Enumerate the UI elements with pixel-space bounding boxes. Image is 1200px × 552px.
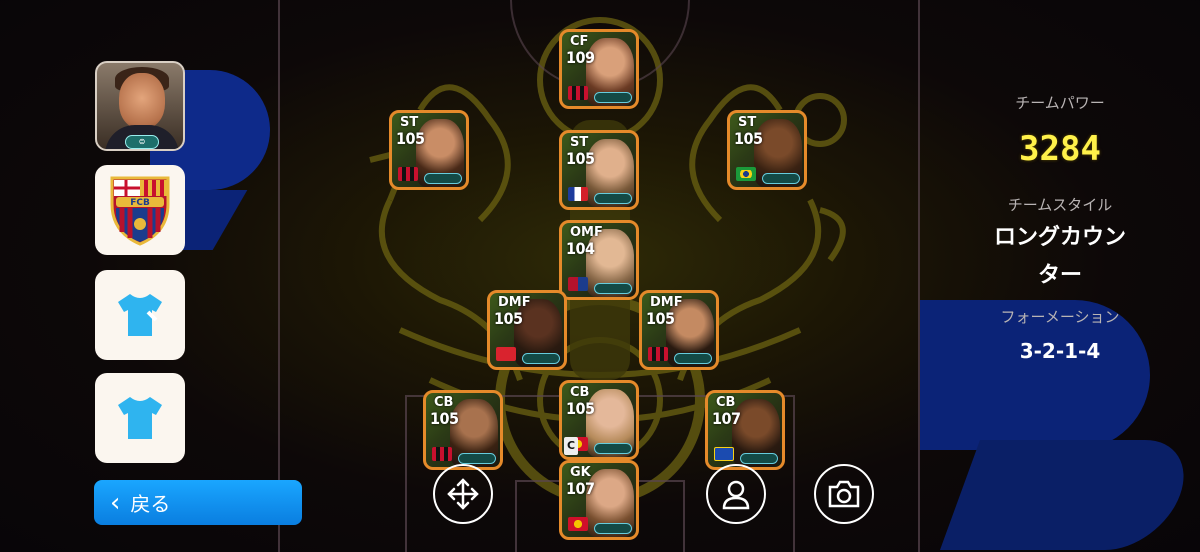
back-chevron-icon: ‹ <box>110 487 121 518</box>
player-rating: 105 <box>494 309 523 328</box>
skill-indicator <box>594 443 632 454</box>
player-position: DMF <box>650 295 683 310</box>
skill-indicator <box>762 173 800 184</box>
captain-badge: C <box>564 437 578 455</box>
skill-indicator <box>424 173 462 184</box>
player-rating: 104 <box>566 239 595 258</box>
skill-indicator <box>594 523 632 534</box>
player-card[interactable]: DMF 105 <box>639 290 719 370</box>
manager-button[interactable]: ⊜ <box>95 61 185 151</box>
skill-indicator <box>674 353 712 364</box>
manager-avatar <box>119 73 165 129</box>
team-power-label: チームパワー <box>1015 94 1105 112</box>
team-style-line1: ロングカウン <box>993 225 1126 250</box>
player-view-button[interactable] <box>706 464 766 524</box>
formation-value: 3-2-1-4 <box>1019 339 1101 363</box>
player-position: ST <box>738 115 757 130</box>
player-position: CB <box>434 395 454 410</box>
milan-badge-icon <box>398 167 418 181</box>
camera-icon <box>828 480 860 508</box>
formation-panel: フォーメーション 3-2-1-4 <box>975 306 1145 363</box>
france-badge-icon <box>568 187 588 201</box>
player-rating: 105 <box>396 129 425 148</box>
player-position: CF <box>570 34 589 49</box>
skill-indicator <box>740 453 778 464</box>
player-rating: 105 <box>566 149 595 168</box>
formation-label: フォーメーション <box>1000 308 1120 326</box>
player-card[interactable]: ST 105 <box>559 130 639 210</box>
player-card[interactable]: ST 105 <box>389 110 469 190</box>
manager-skill-badge: ⊜ <box>125 135 159 149</box>
svg-text:FCB: FCB <box>130 198 150 208</box>
player-card[interactable]: CB 107 <box>705 390 785 470</box>
person-icon <box>722 480 750 510</box>
screenshot-button[interactable] <box>814 464 874 524</box>
manutd-badge-icon <box>568 517 588 531</box>
player-rating: 105 <box>430 409 459 428</box>
barcelona-badge-icon <box>568 277 588 291</box>
away-kit-button[interactable] <box>95 373 185 463</box>
skill-indicator <box>594 92 632 103</box>
player-rating: 105 <box>646 309 675 328</box>
player-rating: 107 <box>712 409 741 428</box>
player-position: ST <box>400 115 419 130</box>
player-position: GK <box>570 465 591 480</box>
player-card[interactable]: CB 105 <box>423 390 503 470</box>
home-kit-button[interactable] <box>95 270 185 360</box>
back-label: 戻る <box>130 492 171 516</box>
club-crest-button[interactable]: FCB <box>95 165 185 255</box>
skill-indicator <box>594 283 632 294</box>
player-rating: 109 <box>566 48 595 67</box>
back-button[interactable]: ‹ 戻る <box>94 480 302 525</box>
player-card[interactable]: CF 109 <box>559 29 639 109</box>
brazil-badge-icon <box>736 167 756 181</box>
milan-badge-icon <box>568 86 588 100</box>
player-position: ST <box>570 135 589 150</box>
shirt-icon <box>118 397 162 439</box>
team-style-label: チームスタイル <box>1007 196 1113 214</box>
team-power-value: 3284 <box>1019 129 1101 169</box>
skill-indicator <box>522 353 560 364</box>
team-style-panel: チームスタイル ロングカウン ター <box>960 194 1160 295</box>
move-icon <box>447 478 479 510</box>
player-rating: 105 <box>566 399 595 418</box>
team-power-panel: チームパワー 3284 <box>960 92 1160 169</box>
player-card[interactable]: OMF 104 <box>559 220 639 300</box>
skill-indicator <box>458 453 496 464</box>
milan-badge-icon <box>648 347 668 361</box>
player-card[interactable]: GK 107 <box>559 460 639 540</box>
player-position: CB <box>716 395 736 410</box>
player-position: CB <box>570 385 590 400</box>
player-rating: 107 <box>566 479 595 498</box>
player-position: DMF <box>498 295 531 310</box>
move-button[interactable] <box>433 464 493 524</box>
team-style-value: ロングカウン ター <box>960 219 1160 295</box>
player-position: OMF <box>570 225 603 240</box>
rangers-badge-icon <box>714 447 734 461</box>
team-style-line2: ター <box>1037 263 1082 288</box>
arsenal-badge-icon <box>496 347 516 361</box>
player-rating: 105 <box>734 129 763 148</box>
player-card[interactable]: DMF 105 <box>487 290 567 370</box>
skill-indicator <box>594 193 632 204</box>
milan-badge-icon <box>432 447 452 461</box>
player-card[interactable]: ST 105 <box>727 110 807 190</box>
player-card[interactable]: CB 105 C <box>559 380 639 460</box>
shirt-icon <box>118 294 162 336</box>
club-crest-icon: FCB <box>110 176 170 246</box>
